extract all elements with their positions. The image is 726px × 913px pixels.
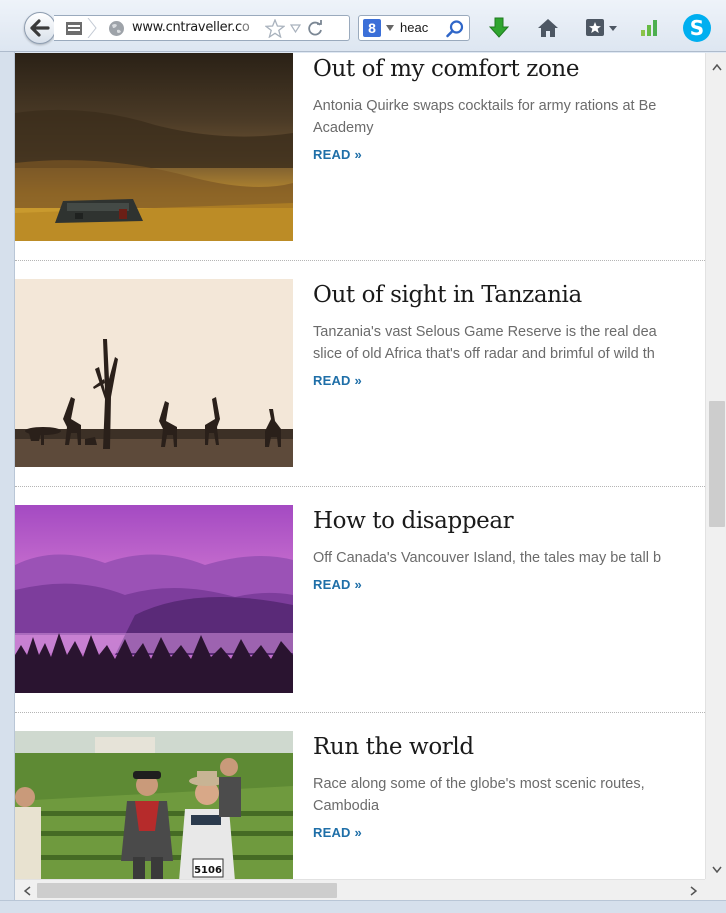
article-title[interactable]: Run the world [313, 734, 705, 760]
article-summary: Tanzania's vast Selous Game Reserve is t… [313, 321, 705, 365]
scroll-left-button[interactable] [17, 880, 37, 901]
summary-line: Cambodia [313, 798, 380, 814]
browser-toolbar: www.cntraveller.co 8 heac S [0, 0, 726, 52]
back-button[interactable] [24, 12, 56, 44]
search-icon[interactable] [445, 19, 465, 39]
summary-line: Off Canada's Vancouver Island, the tales… [313, 550, 662, 566]
read-more-link[interactable]: READ » [313, 825, 362, 840]
home-icon [538, 19, 558, 37]
chevron-down-icon [711, 866, 722, 873]
bookmarks-menu-icon [586, 19, 617, 36]
article-divider [15, 712, 705, 713]
giraffe-silhouette-image[interactable] [15, 279, 293, 467]
article-divider [15, 486, 705, 487]
dropmarker-icon[interactable] [290, 24, 301, 33]
reload-icon[interactable] [307, 20, 324, 37]
article-thumbnail[interactable] [15, 279, 293, 467]
article-thumbnail[interactable] [15, 53, 293, 241]
summary-line: slice of old Africa that's off radar and… [313, 346, 655, 362]
article-summary: Antonia Quirke swaps cocktails for army … [313, 95, 705, 139]
tent-savanna-image[interactable] [15, 53, 293, 241]
article-card: How to disappear Off Canada's Vancouver … [15, 505, 705, 731]
summary-line: Tanzania's vast Selous Game Reserve is t… [313, 324, 657, 340]
summary-line: Antonia Quirke swaps cocktails for army … [313, 98, 657, 114]
article-card: 5106 Run the world Race along some of th… [15, 731, 705, 879]
article-card: Out of my comfort zone Antonia Quirke sw… [15, 53, 705, 279]
chevron-right-icon [690, 885, 697, 896]
article-summary: Off Canada's Vancouver Island, the tales… [313, 547, 705, 569]
scroll-right-button[interactable] [683, 880, 703, 901]
article-summary: Race along some of the globe's most scen… [313, 773, 705, 817]
bookmarks-menu-button[interactable] [582, 14, 622, 42]
address-bar[interactable]: www.cntraveller.co [54, 15, 350, 41]
home-button[interactable] [534, 14, 562, 42]
search-input[interactable]: heac [400, 20, 440, 38]
url-text[interactable]: www.cntraveller.co [132, 20, 262, 38]
signal-button[interactable] [635, 14, 663, 42]
site-grid-icon[interactable] [66, 22, 82, 35]
horizontal-scroll-thumb[interactable] [37, 883, 337, 898]
summary-line: Race along some of the globe's most scen… [313, 776, 645, 792]
read-more-link[interactable]: READ » [313, 373, 362, 388]
back-arrow-icon [30, 19, 50, 37]
downloads-button[interactable] [485, 14, 513, 42]
article-title[interactable]: How to disappear [313, 508, 705, 534]
vineyard-runners-image[interactable]: 5106 [15, 731, 293, 879]
vertical-scrollbar[interactable] [705, 53, 726, 879]
window-frame-bottom [0, 900, 726, 913]
vertical-scroll-thumb[interactable] [709, 401, 725, 527]
scroll-down-button[interactable] [706, 859, 726, 879]
purple-mountains-image[interactable] [15, 505, 293, 693]
skype-icon: S [683, 14, 711, 42]
article-thumbnail[interactable]: 5106 [15, 731, 293, 879]
read-more-link[interactable]: READ » [313, 577, 362, 592]
horizontal-scrollbar[interactable] [15, 879, 705, 900]
chevron-left-icon [23, 885, 30, 896]
svg-text:S: S [690, 16, 704, 40]
article-divider [15, 260, 705, 261]
download-icon [489, 17, 509, 38]
globe-icon[interactable] [108, 20, 125, 37]
bookmark-star-icon[interactable] [265, 19, 285, 38]
article-card: Out of sight in Tanzania Tanzania's vast… [15, 279, 705, 505]
chevron-up-icon [711, 63, 722, 70]
scrollbar-corner [705, 879, 726, 900]
summary-line: Academy [313, 120, 374, 136]
search-bar[interactable]: 8 heac [358, 15, 470, 41]
article-title[interactable]: Out of sight in Tanzania [313, 282, 705, 308]
skype-button[interactable]: S [680, 11, 714, 45]
google-logo-icon[interactable]: 8 [363, 19, 381, 37]
article-title[interactable]: Out of my comfort zone [313, 56, 705, 82]
identity-separator [87, 18, 97, 38]
read-more-link[interactable]: READ » [313, 147, 362, 162]
signal-icon [641, 20, 657, 36]
scroll-up-button[interactable] [706, 57, 726, 77]
article-thumbnail[interactable] [15, 505, 293, 693]
page-viewport: Out of my comfort zone Antonia Quirke sw… [15, 53, 705, 879]
window-frame-left [0, 52, 15, 913]
race-bib-number: 5106 [194, 865, 222, 876]
search-engine-dropdown-icon[interactable] [386, 25, 394, 31]
